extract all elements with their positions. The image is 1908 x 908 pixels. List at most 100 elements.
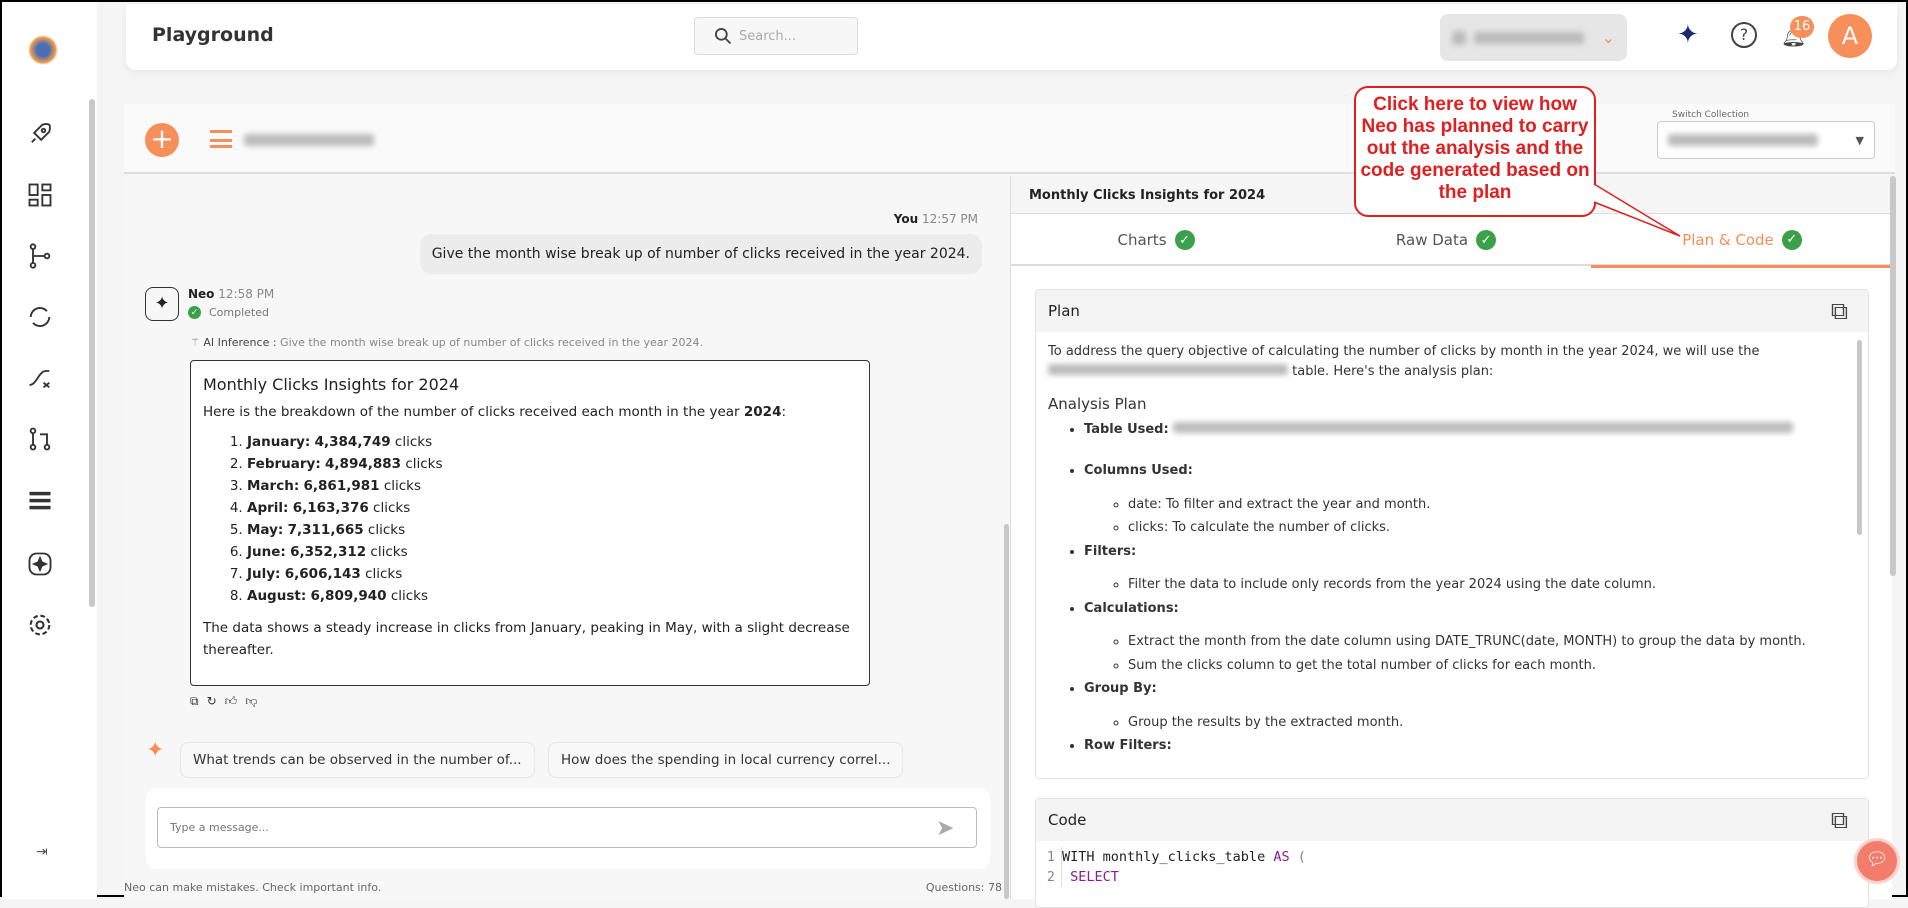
unit: clicks [360,566,403,582]
user-meta: You 12:57 PM [894,212,978,226]
sidebar-scrollbar[interactable] [89,99,95,607]
tab-label: Plan & Code [1682,230,1774,249]
avatar[interactable]: A [1828,14,1872,58]
magic-wand-icon: ⚚ [190,336,200,349]
tab-raw-data[interactable]: Raw Data ✓ [1301,214,1591,266]
month-clicks: 6,861,981 [303,478,380,494]
unit: clicks [363,522,406,538]
plan-item: Group the results by the extracted month… [1128,713,1856,733]
response-intro: Here is the breakdown of the number of c… [203,404,744,420]
plan-item: Filter the data to include only records … [1128,575,1856,595]
table-used-label: Table Used: [1084,421,1169,437]
chat-scrollbar[interactable] [1004,524,1009,899]
thumbs-down-icon[interactable]: 👎︎ [245,694,257,709]
unit: clicks [386,588,429,604]
tab-bar: Charts ✓ Raw Data ✓ Plan & Code ✓ [1011,214,1893,268]
analysis-plan-heading: Analysis Plan [1048,395,1147,413]
notification-badge: 16 [1790,16,1814,38]
month-item: June: 6,352,312 clicks [247,544,857,560]
month-clicks: 4,894,883 [325,456,402,472]
plan-intro: To address the query objective of calcul… [1048,344,1760,359]
sidebar: ⇥ [2,2,97,899]
code-card: Code ⧉ 1 WITH monthly_clicks_table AS ( 2 … [1035,798,1869,908]
response-card: Monthly Clicks Insights for 2024 Here is… [190,360,870,686]
unit: clicks [401,456,443,472]
month-clicks: 6,352,312 [290,544,367,560]
rocket-icon[interactable] [26,120,54,148]
suggestion-chip[interactable]: How does the spending in local currency … [548,742,904,778]
sync-icon[interactable] [26,303,54,331]
switch-collection-label: Switch Collection [1669,110,1753,120]
plan-item: date: To filter and extract the year and… [1128,495,1856,515]
month-name: May: [247,522,284,538]
month-clicks: 6,606,143 [284,566,361,582]
shuffle-icon[interactable] [26,364,54,392]
month-name: April: [247,500,289,516]
user-time: 12:57 PM [922,212,978,226]
plan-card: Plan ⧉ To address the query objective of … [1035,289,1869,779]
search-input[interactable]: Search... [694,17,858,55]
search-placeholder: Search... [739,28,797,44]
month-clicks: 6,163,376 [292,500,369,516]
message-input[interactable] [157,807,977,848]
month-clicks: 4,384,749 [314,434,391,450]
month-name: March: [247,478,300,494]
send-icon[interactable]: ➤ [936,816,954,841]
user-name: You [893,212,919,226]
settings-icon[interactable] [26,611,54,639]
plan-item: Extract the month from the date column u… [1128,632,1856,652]
ai-icon[interactable] [26,550,54,578]
search-icon [715,28,732,45]
completed-check-icon: ✓ [188,306,201,319]
switch-collection-select[interactable]: ▼ [1657,121,1875,159]
plan-item: clicks: To calculate the number of click… [1128,518,1856,538]
suggestion-chip[interactable]: What trends can be observed in the numbe… [180,742,535,778]
check-icon: ✓ [1476,230,1497,250]
new-chat-button[interactable]: + [145,123,179,157]
chat-support-button[interactable]: 💬︎ [1854,838,1900,884]
annotation-callout: Click here to view how Neo has planned t… [1354,86,1596,217]
tab-label: Raw Data [1395,231,1469,249]
plan-heading: Plan [1048,302,1080,320]
month-item: February: 4,894,883 clicks [247,456,857,472]
month-item: March: 6,861,981 clicks [247,478,857,494]
code-keyword: SELECT [1070,869,1119,885]
insights-panel: Monthly Clicks Insights for 2024 Charts ✓… [1010,176,1896,908]
ai-inference: ⚚ AI Inference : Give the month wise bre… [190,336,703,349]
copy-code-icon[interactable]: ⧉ [1831,806,1848,834]
menu-icon[interactable] [210,130,232,148]
suggestions-sparkle-icon: ✦ [146,738,165,763]
month-item: January: 4,384,749 clicks [247,434,857,450]
tab-charts[interactable]: Charts ✓ [1011,214,1301,266]
row-filters-label: Row Filters: [1084,738,1172,753]
code-keyword: AS [1273,849,1290,865]
collapse-sidebar-icon[interactable]: ⇥ [36,844,48,860]
bot-time: 12:58 PM [218,287,275,301]
thumbs-up-icon[interactable]: 👍︎ [225,694,238,709]
dashboard-icon[interactable] [26,181,54,209]
pull-request-icon[interactable] [26,425,54,453]
copy-icon[interactable]: ⧉ [190,694,199,709]
list-icon[interactable] [26,486,54,514]
check-icon: ✓ [1781,229,1802,250]
regenerate-icon[interactable]: ↻ [207,694,217,709]
plan-scrollbar[interactable] [1857,340,1862,535]
code-text: ( [1289,849,1306,865]
code-block: 1 WITH monthly_clicks_table AS ( 2 SELECT [1036,841,1868,893]
flow-icon[interactable] [26,242,54,270]
callout-pointer [1593,183,1681,237]
inference-label: AI Inference : [203,336,277,349]
month-name: July: [247,566,281,582]
sparkle-icon[interactable]: ✦ [1677,20,1699,50]
workspace-dropdown[interactable]: ⌄ [1440,14,1627,61]
logo [28,35,58,65]
copy-plan-icon[interactable]: ⧉ [1831,297,1848,325]
unit: clicks [379,478,422,494]
neo-avatar: ✦ [145,287,179,321]
help-icon[interactable]: ? [1731,22,1757,48]
panel-scrollbar[interactable] [1890,176,1896,576]
page-title: Playground [152,24,274,46]
line-number: 2 [1036,867,1062,887]
disclaimer: Neo can make mistakes. Check important i… [124,881,382,894]
